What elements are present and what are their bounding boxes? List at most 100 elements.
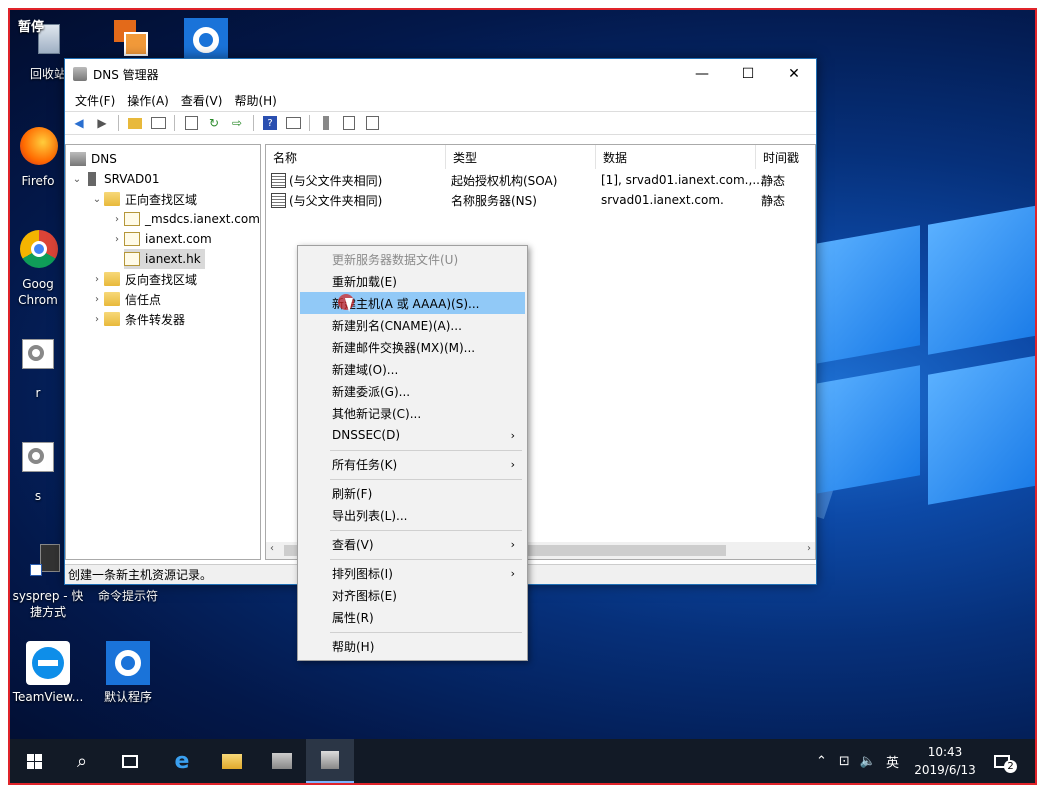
desktop-icon-firefox[interactable]: Firefo xyxy=(10,125,66,189)
menu-item-all-tasks[interactable]: 所有任务(K) › xyxy=(300,453,525,475)
chevron-right-icon: › xyxy=(510,566,515,580)
menu-separator xyxy=(330,479,522,480)
tree-node-conditional-forwarders[interactable]: › 条件转发器 xyxy=(90,309,185,329)
desktop-icon-label: sysprep - 快捷方式 xyxy=(12,589,84,619)
desktop-icon-r[interactable]: r xyxy=(10,337,66,401)
tree-node-reverse-zones[interactable]: › 反向查找区域 xyxy=(90,269,197,289)
ime-indicator[interactable]: 英 xyxy=(886,752,899,771)
chevron-down-icon[interactable]: ⌄ xyxy=(90,194,104,205)
server-manager-icon xyxy=(272,753,292,769)
volume-muted-icon[interactable]: 🔈 xyxy=(860,754,876,769)
config-file-icon xyxy=(16,440,60,484)
table-row[interactable]: (与父文件夹相同) 起始授权机构(SOA) [1], srvad01.ianex… xyxy=(271,170,785,190)
menu-view[interactable]: 查看(V) xyxy=(175,92,229,109)
windows-logo xyxy=(810,205,1035,515)
desktop-icon-teamviewer[interactable]: TeamView... xyxy=(10,641,86,705)
column-header-name[interactable]: 名称 xyxy=(266,145,446,169)
chevron-right-icon[interactable]: › xyxy=(90,294,104,305)
menu-help[interactable]: 帮助(H) xyxy=(228,92,282,109)
menu-file[interactable]: 文件(F) xyxy=(69,92,121,109)
tree-node-dns[interactable]: DNS xyxy=(70,149,117,169)
column-header-data[interactable]: 数据 xyxy=(596,145,756,169)
search-button[interactable]: ⌕ xyxy=(58,739,106,783)
minimize-button[interactable]: — xyxy=(679,59,725,89)
close-button[interactable]: ✕ xyxy=(771,59,817,89)
tree-node-label: DNS xyxy=(91,152,117,166)
menu-item-dnssec[interactable]: DNSSEC(D) › xyxy=(300,424,525,446)
properties-icon[interactable] xyxy=(181,114,201,132)
context-menu: 更新服务器数据文件(U) 重新加载(E) 新建主机(A 或 AAAA)(S)..… xyxy=(297,245,528,661)
office-app-icon xyxy=(106,18,150,62)
tree-node-trust-points[interactable]: › 信任点 xyxy=(90,289,161,309)
task-view-button[interactable] xyxy=(106,739,154,783)
desktop-icon-default-programs[interactable]: 默认程序 xyxy=(90,641,166,705)
taskbar-dns-manager[interactable] xyxy=(306,739,354,783)
menu-item-new-host[interactable]: 新建主机(A 或 AAAA)(S)... xyxy=(300,292,525,314)
back-arrow-icon[interactable]: ◀ xyxy=(69,114,89,132)
record-icon xyxy=(271,192,286,208)
menu-item-refresh[interactable]: 刷新(F) xyxy=(300,482,525,504)
tree-node-ianext-com[interactable]: › ianext.com xyxy=(110,229,212,249)
zone-icon xyxy=(124,232,140,246)
clock[interactable]: 10:43 2019/6/13 xyxy=(910,743,980,779)
table-row[interactable]: (与父文件夹相同) 名称服务器(NS) srvad01.ianext.com. … xyxy=(271,190,785,210)
record-timestamp: 静态 xyxy=(761,193,786,208)
tree-node-ianext-hk[interactable]: ianext.hk xyxy=(124,249,205,269)
network-icon[interactable]: ⊡ xyxy=(839,754,850,769)
record-list-icon[interactable] xyxy=(339,114,359,132)
menu-item-new-delegation[interactable]: 新建委派(G)... xyxy=(300,380,525,402)
menu-item-properties[interactable]: 属性(R) xyxy=(300,606,525,628)
chevron-right-icon[interactable]: › xyxy=(90,314,104,325)
taskbar-file-explorer[interactable] xyxy=(208,739,256,783)
tree-node-srvad01[interactable]: ⌄ SRVAD01 xyxy=(70,169,159,189)
taskbar: ⌕ e ⌃ ⊡ 🔈 英 10:43 2019/6/13 2 xyxy=(10,739,1035,783)
forward-arrow-icon[interactable]: ▶ xyxy=(92,114,112,132)
chevron-right-icon[interactable]: › xyxy=(110,234,124,245)
folder-icon xyxy=(104,292,120,306)
taskbar-ie[interactable]: e xyxy=(158,739,206,783)
menu-item-line-up-icons[interactable]: 对齐图标(E) xyxy=(300,584,525,606)
chevron-left-icon[interactable]: ‹ xyxy=(270,543,274,554)
tree-node-forward-zones[interactable]: ⌄ 正向查找区域 xyxy=(90,189,197,209)
chevron-up-icon[interactable]: ⌃ xyxy=(816,754,827,769)
action-center-button[interactable]: 2 xyxy=(994,739,1017,783)
refresh-icon[interactable]: ↻ xyxy=(204,114,224,132)
menu-item-export-list[interactable]: 导出列表(L)... xyxy=(300,504,525,526)
start-button[interactable] xyxy=(10,739,58,783)
desktop-icon-s[interactable]: s xyxy=(10,440,66,504)
show-hide-tree-icon[interactable] xyxy=(148,114,168,132)
column-header-type[interactable]: 类型 xyxy=(446,145,596,169)
menu-item-arrange-icons[interactable]: 排列图标(I) › xyxy=(300,562,525,584)
details-view-icon[interactable] xyxy=(283,114,303,132)
menu-item-new-alias[interactable]: 新建别名(CNAME)(A)... xyxy=(300,314,525,336)
export-list-icon[interactable]: ⇨ xyxy=(227,114,247,132)
server-icon xyxy=(88,172,96,186)
menu-action[interactable]: 操作(A) xyxy=(121,92,175,109)
chevron-right-icon: › xyxy=(510,428,515,442)
dns-icon xyxy=(321,751,339,769)
record-type: 起始授权机构(SOA) xyxy=(451,173,558,188)
menu-item-help[interactable]: 帮助(H) xyxy=(300,635,525,657)
menu-item-view[interactable]: 查看(V) › xyxy=(300,533,525,555)
maximize-button[interactable]: ☐ xyxy=(725,59,771,89)
chevron-right-icon[interactable]: › xyxy=(90,274,104,285)
menu-item-new-mail-exchanger[interactable]: 新建邮件交换器(MX)(M)... xyxy=(300,336,525,358)
screenshot-frame: 暂停 回收站 Firefo Goog Chrom r s sysprep - 快… xyxy=(8,8,1037,785)
chevron-down-icon[interactable]: ⌄ xyxy=(70,174,84,185)
zone-records-icon[interactable] xyxy=(362,114,382,132)
tree-node-msdcs[interactable]: › _msdcs.ianext.com xyxy=(110,209,260,229)
menu-item-new-domain[interactable]: 新建域(O)... xyxy=(300,358,525,380)
menu-item-reload[interactable]: 重新加载(E) xyxy=(300,270,525,292)
help-icon[interactable]: ? xyxy=(260,114,280,132)
desktop-icon-chrome[interactable]: Goog Chrom xyxy=(10,228,66,308)
chevron-right-icon[interactable]: › xyxy=(807,543,811,554)
up-folder-icon[interactable] xyxy=(125,114,145,132)
menu-item-other-new-records[interactable]: 其他新记录(C)... xyxy=(300,402,525,424)
server-icon[interactable] xyxy=(316,114,336,132)
record-data: [1], srvad01.ianext.com.,... xyxy=(601,173,764,187)
chevron-right-icon: › xyxy=(510,537,515,551)
taskbar-server-manager[interactable] xyxy=(258,739,306,783)
chevron-right-icon[interactable]: › xyxy=(110,214,124,225)
column-header-timestamp[interactable]: 时间戳 xyxy=(756,145,815,169)
title-bar[interactable]: DNS 管理器 — ☐ ✕ xyxy=(65,59,816,89)
